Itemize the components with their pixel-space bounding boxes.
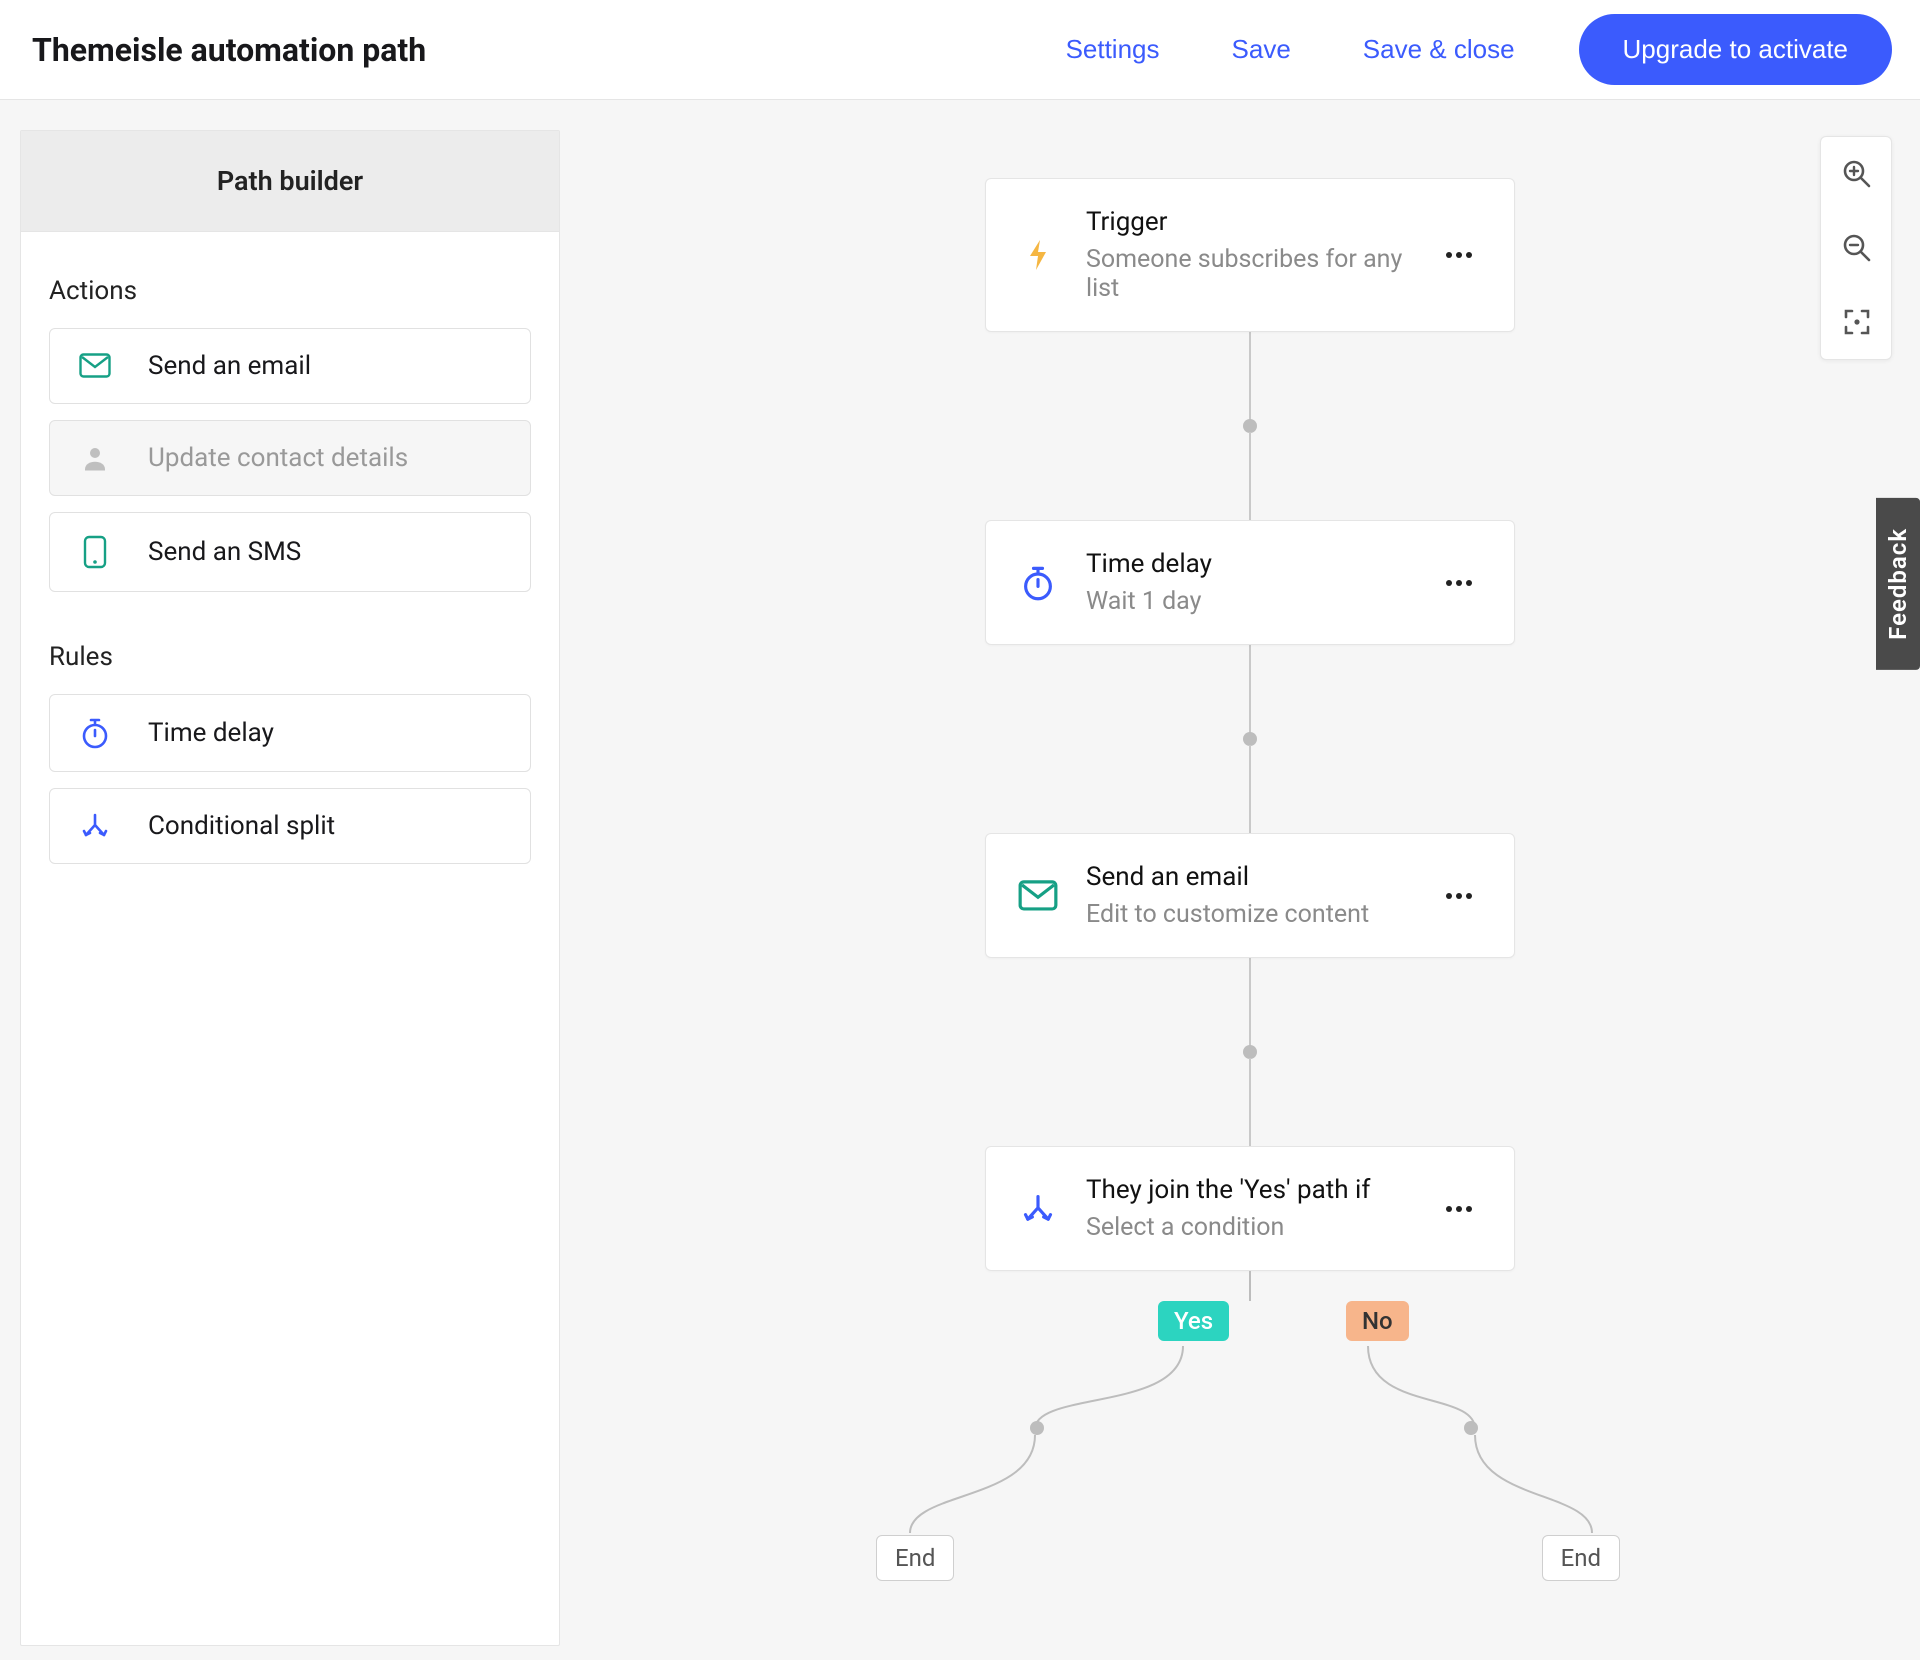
header: Themeisle automation path Settings Save …	[0, 0, 1920, 100]
node-trigger-title: Trigger	[1086, 207, 1418, 237]
rules-heading: Rules	[49, 642, 531, 672]
actions-heading: Actions	[49, 276, 531, 306]
rule-conditional-split[interactable]: Conditional split	[49, 788, 531, 864]
node-delay-title: Time delay	[1086, 549, 1418, 579]
rule-time-delay[interactable]: Time delay	[49, 694, 531, 772]
end-node-yes[interactable]: End	[876, 1535, 954, 1581]
connector-dot	[1464, 1421, 1478, 1435]
action-send-email[interactable]: Send an email	[49, 328, 531, 404]
flow: Trigger Someone subscribes for any list …	[840, 178, 1660, 1581]
node-email[interactable]: Send an email Edit to customize content	[985, 833, 1515, 958]
mail-icon	[1016, 880, 1060, 912]
connector	[1249, 958, 1251, 1046]
node-split-title: They join the 'Yes' path if	[1086, 1175, 1418, 1205]
split-icon	[78, 811, 112, 841]
rule-time-delay-label: Time delay	[148, 718, 274, 748]
upgrade-button[interactable]: Upgrade to activate	[1579, 14, 1892, 85]
action-send-email-label: Send an email	[148, 351, 311, 381]
lightning-icon	[1016, 238, 1060, 272]
save-link[interactable]: Save	[1232, 34, 1291, 65]
branch-yes[interactable]: Yes	[1158, 1301, 1229, 1341]
node-email-sub: Edit to customize content	[1086, 900, 1418, 929]
connector-dot	[1243, 419, 1257, 433]
sidebar-header: Path builder	[21, 131, 559, 232]
node-trigger[interactable]: Trigger Someone subscribes for any list	[985, 178, 1515, 332]
zoom-controls	[1820, 136, 1892, 360]
branch-no[interactable]: No	[1346, 1301, 1409, 1341]
node-email-title: Send an email	[1086, 862, 1418, 892]
node-split[interactable]: They join the 'Yes' path if Select a con…	[985, 1146, 1515, 1271]
zoom-out-button[interactable]	[1821, 211, 1893, 285]
action-send-sms[interactable]: Send an SMS	[49, 512, 531, 592]
rule-conditional-split-label: Conditional split	[148, 811, 335, 841]
split-branches: Yes No End End	[860, 1271, 1640, 1581]
connector-dot	[1243, 1045, 1257, 1059]
split-icon	[1016, 1192, 1060, 1226]
connector	[1249, 645, 1251, 733]
node-trigger-sub: Someone subscribes for any list	[1086, 245, 1418, 303]
stopwatch-icon	[1016, 565, 1060, 601]
stopwatch-icon	[78, 717, 112, 749]
zoom-out-icon	[1841, 232, 1873, 264]
sidebar-title: Path builder	[21, 165, 559, 197]
action-update-contact-label: Update contact details	[148, 443, 408, 473]
phone-icon	[78, 535, 112, 569]
fit-view-button[interactable]	[1821, 285, 1893, 359]
header-actions: Settings Save Save & close Upgrade to ac…	[1066, 14, 1892, 85]
sidebar: Path builder Actions Send an email Updat…	[20, 130, 560, 1646]
node-delay-menu[interactable]	[1444, 579, 1484, 587]
connector-dot	[1243, 732, 1257, 746]
action-update-contact: Update contact details	[49, 420, 531, 496]
node-delay[interactable]: Time delay Wait 1 day	[985, 520, 1515, 645]
feedback-tab[interactable]: Feedback	[1876, 498, 1920, 670]
connector	[1249, 432, 1251, 520]
node-delay-sub: Wait 1 day	[1086, 587, 1418, 616]
node-split-menu[interactable]	[1444, 1205, 1484, 1213]
node-email-menu[interactable]	[1444, 892, 1484, 900]
connector	[1249, 332, 1251, 420]
connector	[1249, 745, 1251, 833]
zoom-in-icon	[1841, 158, 1873, 190]
person-icon	[78, 443, 112, 473]
save-close-link[interactable]: Save & close	[1363, 34, 1515, 65]
node-split-sub: Select a condition	[1086, 1213, 1418, 1242]
end-node-no[interactable]: End	[1542, 1535, 1620, 1581]
zoom-in-button[interactable]	[1821, 137, 1893, 211]
mail-icon	[78, 353, 112, 379]
node-trigger-menu[interactable]	[1444, 251, 1484, 259]
canvas[interactable]: Trigger Someone subscribes for any list …	[580, 100, 1920, 1660]
page-title: Themeisle automation path	[32, 31, 426, 69]
settings-link[interactable]: Settings	[1066, 34, 1160, 65]
connector	[1249, 1058, 1251, 1146]
fit-icon	[1842, 307, 1872, 337]
action-send-sms-label: Send an SMS	[148, 537, 301, 567]
branch-lines	[860, 1271, 1640, 1581]
connector-dot	[1030, 1421, 1044, 1435]
